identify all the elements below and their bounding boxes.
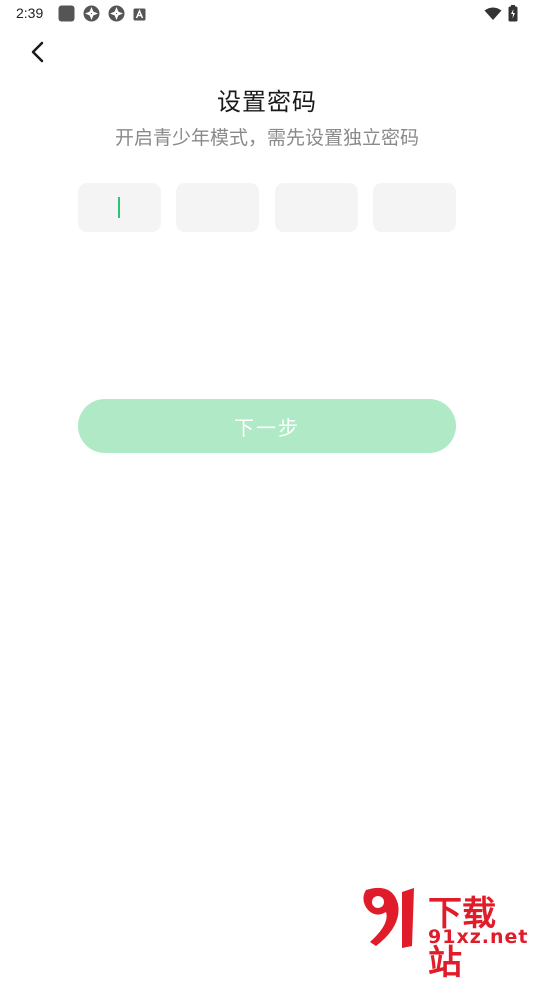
a-box-icon (133, 6, 146, 25)
aperture-icon (83, 5, 100, 26)
chevron-left-icon (30, 40, 46, 68)
watermark: 下载站 91xz.net (358, 886, 529, 983)
wifi-icon (484, 6, 502, 25)
battery-charging-icon (508, 5, 518, 26)
page-title: 设置密码 (217, 88, 317, 116)
status-icons-right (484, 5, 518, 26)
text-cursor (118, 197, 120, 218)
status-bar: 2:39 (0, 0, 534, 28)
aperture-icon (108, 5, 125, 26)
watermark-text-en: 91xz.net (428, 926, 529, 948)
square-notification-icon (58, 5, 75, 26)
page-subtitle: 开启青少年模式，需先设置独立密码 (114, 127, 419, 149)
pin-box-4[interactable] (372, 183, 456, 232)
pin-box-3[interactable] (274, 183, 358, 232)
next-button[interactable]: 下一步 (78, 399, 456, 453)
pin-box-1[interactable] (78, 183, 161, 232)
status-time: 2:39 (16, 5, 44, 21)
status-icons-left (58, 5, 146, 26)
back-button[interactable] (20, 36, 56, 72)
pin-input-row (78, 183, 456, 232)
pin-box-2[interactable] (176, 183, 260, 232)
